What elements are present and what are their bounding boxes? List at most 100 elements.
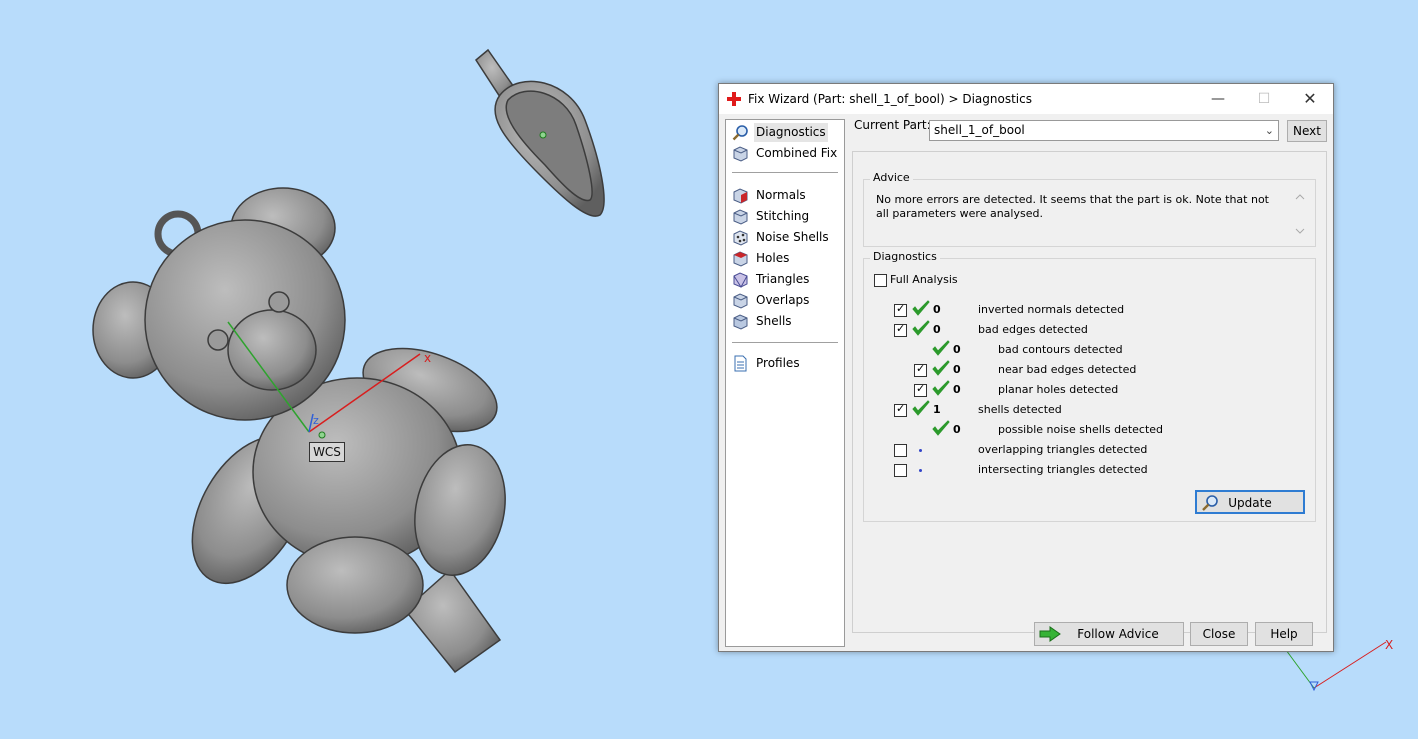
close-button[interactable]: Close	[1190, 622, 1248, 646]
diagnostic-count: 1	[933, 403, 941, 416]
nav-item-profiles[interactable]: Profiles	[730, 354, 840, 373]
diagnostic-row: overlapping triangles detected	[864, 442, 1304, 460]
green-arrow-icon	[1039, 626, 1061, 642]
advice-text: No more errors are detected. It seems th…	[876, 193, 1269, 220]
diagnostic-count: 0	[933, 303, 941, 316]
diagnostic-label: bad edges detected	[978, 323, 1088, 336]
green-check-icon	[912, 300, 930, 316]
nav-item-triangles[interactable]: Triangles	[730, 270, 840, 289]
cube-icon	[733, 146, 748, 162]
diagnostic-label: intersecting triangles detected	[978, 463, 1148, 476]
update-button[interactable]: Update	[1195, 490, 1305, 514]
advice-group: Advice No more errors are detected. It s…	[863, 171, 1316, 247]
nav-separator	[732, 342, 838, 343]
nav-label: Combined Fix	[756, 146, 838, 160]
red-cross-icon	[727, 92, 741, 106]
wcs-label: WCS	[309, 442, 345, 462]
nav-separator	[732, 172, 838, 173]
maximize-button[interactable]: ☐	[1241, 84, 1287, 114]
nav-item-overlaps[interactable]: Overlaps	[730, 291, 840, 310]
full-analysis-label: Full Analysis	[890, 273, 958, 286]
teddy-bear-model[interactable]	[92, 187, 517, 674]
diagnostic-checkbox[interactable]	[894, 302, 907, 317]
minimize-button[interactable]: —	[1195, 84, 1241, 114]
nav-item-holes[interactable]: Holes	[730, 249, 840, 268]
whistle-origin-marker	[539, 131, 547, 139]
nav-item-shells[interactable]: Shells	[730, 312, 840, 331]
diagnostic-checkbox[interactable]	[914, 382, 927, 397]
diagnostic-label: overlapping triangles detected	[978, 443, 1148, 456]
diagnostic-row: 0 bad edges detected	[864, 320, 1304, 340]
green-check-icon	[932, 340, 950, 356]
diagnostic-label: shells detected	[978, 403, 1062, 416]
next-button[interactable]: Next	[1287, 120, 1327, 142]
nav-label: Overlaps	[756, 293, 810, 307]
nav-label: Normals	[756, 188, 806, 202]
nav-item-noise-shells[interactable]: Noise Shells	[730, 228, 840, 247]
diagnostics-group: Diagnostics Full Analysis 0 inverted norm…	[863, 250, 1316, 522]
noise-shells-icon	[733, 230, 748, 246]
current-part-label: Current Part:	[854, 118, 931, 132]
nav-label: Stitching	[756, 209, 810, 223]
diagnostic-checkbox[interactable]	[894, 464, 907, 477]
magnifier-icon	[732, 125, 748, 141]
current-part-select[interactable]: shell_1_of_bool ⌄	[929, 120, 1279, 141]
advice-title: Advice	[870, 171, 913, 184]
shells-cube-icon	[733, 314, 748, 330]
diagnostic-row: 0 near bad edges detected	[864, 360, 1304, 380]
nav-item-stitching[interactable]: Stitching	[730, 207, 840, 226]
diagnostics-title: Diagnostics	[870, 250, 940, 263]
holes-cube-icon	[733, 251, 748, 267]
diagnostic-checkbox[interactable]	[914, 362, 927, 377]
close-window-button[interactable]: ✕	[1287, 84, 1333, 114]
current-part-value: shell_1_of_bool	[934, 123, 1025, 137]
diagnostic-count: 0	[933, 323, 941, 336]
update-label: Update	[1228, 496, 1272, 510]
overlaps-cube-icon	[733, 293, 748, 309]
z-axis-label: z	[313, 414, 319, 427]
dialog-title: Fix Wizard (Part: shell_1_of_bool) > Dia…	[748, 92, 1032, 106]
diagnostic-row: 0 bad contours detected	[864, 340, 1304, 360]
document-icon	[734, 355, 747, 372]
diagnostic-row: 0 inverted normals detected	[864, 300, 1304, 320]
diagnostic-checkbox[interactable]	[894, 322, 907, 337]
title-bar[interactable]: Fix Wizard (Part: shell_1_of_bool) > Dia…	[719, 84, 1333, 114]
corner-x-label: X	[1385, 638, 1393, 652]
diagnostic-label: inverted normals detected	[978, 303, 1125, 316]
triangles-cube-icon	[733, 272, 748, 288]
stitching-cube-icon	[733, 209, 748, 225]
green-check-icon	[912, 320, 930, 336]
help-button[interactable]: Help	[1255, 622, 1313, 646]
nav-label: Diagnostics	[754, 123, 828, 142]
minimize-icon: —	[1211, 91, 1225, 107]
nav-item-normals[interactable]: Normals	[730, 186, 840, 205]
fix-wizard-dialog[interactable]: Fix Wizard (Part: shell_1_of_bool) > Dia…	[718, 83, 1334, 652]
follow-advice-button[interactable]: Follow Advice	[1034, 622, 1184, 646]
bear-eye-right	[268, 291, 290, 313]
full-analysis-checkbox[interactable]	[874, 274, 887, 287]
diagnostic-row: 1 shells detected	[864, 400, 1304, 420]
diagnostic-label: possible noise shells detected	[998, 423, 1164, 436]
diagnostics-panel: Advice No more errors are detected. It s…	[852, 151, 1327, 633]
whistle-part-model[interactable]	[475, 48, 605, 217]
green-check-icon	[932, 380, 950, 396]
nav-item-diagnostics[interactable]: Diagnostics	[730, 123, 840, 142]
diagnostic-count: 0	[953, 363, 961, 376]
pending-dot-icon	[919, 449, 922, 452]
bear-leg-left	[286, 536, 424, 634]
diagnostic-label: planar holes detected	[998, 383, 1119, 396]
advice-scrollbar[interactable]	[1293, 190, 1307, 238]
diagnostic-checkbox[interactable]	[894, 402, 907, 417]
diagnostic-row: 0 possible noise shells detected	[864, 420, 1304, 440]
nav-label: Noise Shells	[756, 230, 829, 244]
nav-label: Holes	[756, 251, 790, 265]
diagnostic-label: bad contours detected	[998, 343, 1123, 356]
follow-advice-label: Follow Advice	[1077, 627, 1159, 641]
nav-label: Profiles	[756, 356, 800, 370]
diagnostic-checkbox[interactable]	[894, 444, 907, 457]
nav-item-combined-fix[interactable]: Combined Fix	[730, 144, 840, 163]
diagnostic-count: 0	[953, 343, 961, 356]
diagnostic-label: near bad edges detected	[998, 363, 1137, 376]
x-axis-label: x	[424, 351, 431, 365]
close-icon: ✕	[1303, 89, 1317, 108]
